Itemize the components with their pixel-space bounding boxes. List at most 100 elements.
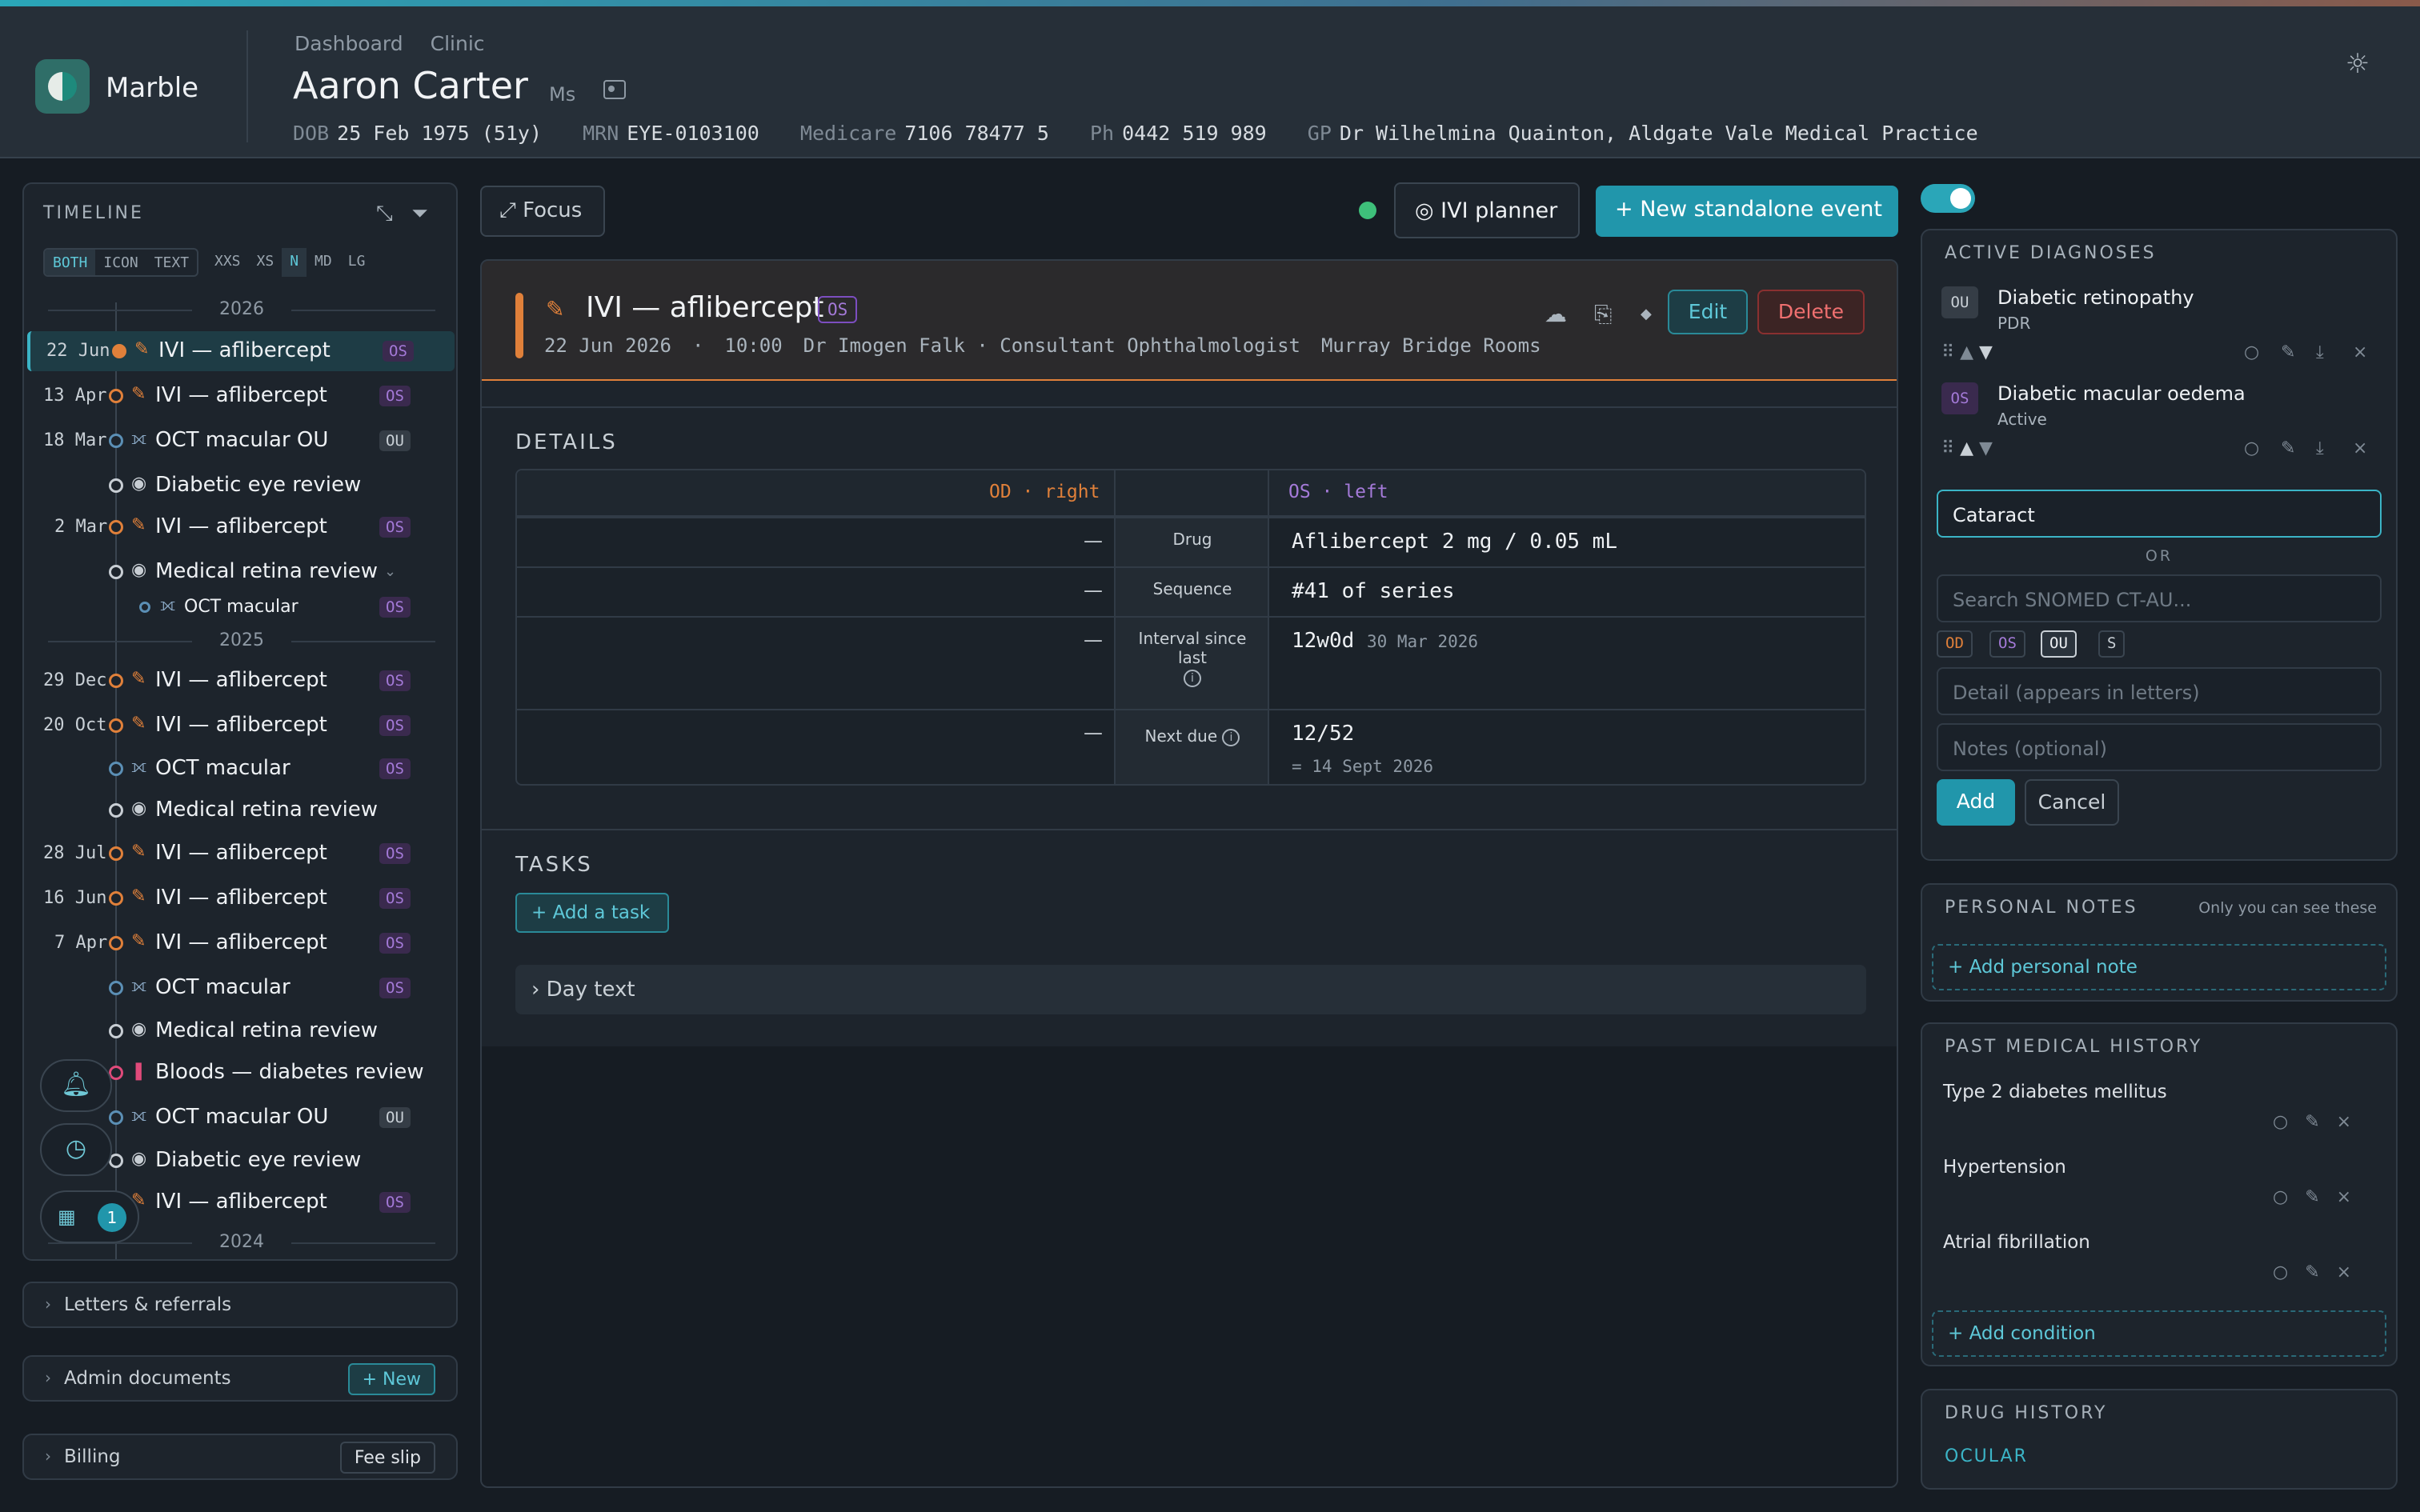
drag-handle-icon[interactable]: ⠿ [1941,342,1954,362]
top-accent-bar [0,0,2420,6]
diamond-icon[interactable]: ◆ [1641,306,1652,322]
divider [482,406,1897,408]
event-dot [109,803,123,818]
admin-documents-accordion[interactable]: › Admin documents + New [22,1355,458,1402]
crumb-dashboard[interactable]: Dashboard [294,32,403,55]
timeline-item[interactable]: ◉ Medical retina review ⌄ [27,552,455,592]
add-task-button[interactable]: + Add a task [515,893,669,933]
size-lg[interactable]: LG [340,248,374,277]
edit-icon[interactable]: ✎ [2281,342,2295,362]
event-header: ✎ IVI — aflibercept OS 22 Jun 2026 · 10:00… [482,261,1897,381]
caret-icon: › [45,1368,51,1387]
filter-icon[interactable]: ⏷ [411,202,428,226]
ivi-planner-button[interactable]: ◎ IVI planner [1394,182,1580,238]
close-icon[interactable]: × [2337,1187,2351,1207]
timeline-item[interactable]: 16 Jun ✎ IVI — aflibercept OS [27,878,455,918]
eye-chip-s[interactable]: S [2098,630,2126,658]
resolve-icon[interactable]: ○ [2273,1112,2288,1132]
move-up-icon[interactable]: ▲ [1960,438,1973,458]
timeline-item[interactable]: 20 Oct ✎ IVI — aflibercept OS [27,706,455,746]
delete-button[interactable]: Delete [1757,290,1865,334]
focus-button[interactable]: ⤢ Focus [480,186,605,237]
chevron-down-icon[interactable]: ⌄ [384,563,396,580]
timeline-item[interactable]: ◉ Medical retina review [27,790,455,830]
eye-chip-ou[interactable]: OU [2041,630,2077,658]
timeline-item[interactable]: 18 Mar ⟗ OCT macular OU OU [27,421,455,461]
collapse-icon[interactable]: ⤡ [376,202,393,226]
add-personal-note-button[interactable]: + Add personal note [1932,944,2386,990]
bell-icon[interactable]: 🔔︎ [40,1059,112,1112]
new-admin-doc-button[interactable]: + New [347,1363,435,1395]
pmh-item-label: Type 2 diabetes mellitus [1943,1082,2167,1102]
mode-text[interactable]: TEXT [146,250,197,275]
detail-input[interactable]: Detail (appears in letters) [1937,667,2382,715]
add-condition-button[interactable]: + Add condition [1932,1310,2386,1357]
timeline-item[interactable]: ⟗ OCT macular OS [27,749,455,789]
edit-icon[interactable]: ✎ [2305,1112,2319,1132]
timeline-item[interactable]: ◉ Diabetic eye review [27,466,455,506]
mode-icon[interactable]: ICON [95,250,146,275]
eye-badge: OS [379,843,411,864]
drag-handle-icon[interactable]: ⠿ [1941,438,1954,458]
snomed-search-input[interactable]: Search SNOMED CT-AU... [1937,574,2382,622]
fee-slip-button[interactable]: Fee slip [339,1442,435,1474]
close-icon[interactable]: × [2337,1112,2351,1132]
size-n[interactable]: N [282,248,307,277]
notes-input[interactable]: Notes (optional) [1937,723,2382,771]
day-text-expander[interactable]: › Day text [515,965,1866,1014]
clock-icon[interactable]: ◷ [40,1123,112,1176]
info-icon[interactable]: i [1184,669,1201,687]
close-icon[interactable]: × [2353,438,2367,458]
size-md[interactable]: MD [307,248,340,277]
timeline-item[interactable]: 13 Apr ✎ IVI — aflibercept OS [27,376,455,416]
timeline-item[interactable]: 22 Jun ✎ IVI — aflibercept OS [27,331,455,371]
timeline-item[interactable]: 2 Mar ✎ IVI — aflibercept OS [27,507,455,547]
table-row: — Sequence #41 of series [517,566,1865,616]
cancel-button[interactable]: Cancel [2025,779,2119,826]
export-document-icon[interactable]: ⎘ [1594,301,1612,328]
timeline-item[interactable]: ◉ Medical retina review [27,1011,455,1051]
eye-chip-os[interactable]: OS [1989,630,2025,658]
scan-icon: ⟗ [131,1106,147,1126]
eye-icon: ◉ [131,1019,147,1039]
size-xs[interactable]: XS [249,248,282,277]
resolve-icon[interactable]: ○ [2273,1187,2288,1207]
mode-both[interactable]: BOTH [45,250,96,275]
edit-icon[interactable]: ✎ [2305,1262,2319,1282]
close-icon[interactable]: × [2353,342,2367,362]
move-icon[interactable]: ⤓ [2316,342,2324,362]
id-card-icon[interactable] [603,80,626,99]
move-down-icon[interactable]: ▼ [1979,342,1993,362]
cloud-upload-icon[interactable]: ☁ [1545,301,1567,327]
close-icon[interactable]: × [2337,1262,2351,1282]
edit-button[interactable]: Edit [1668,290,1748,334]
timeline-title: TIMELINE [43,203,144,223]
crumb-clinic[interactable]: Clinic [431,32,485,55]
theme-toggle-sun-icon[interactable]: ☼ [2345,50,2370,78]
timeline-item[interactable]: 28 Jul ✎ IVI — aflibercept OS [27,834,455,874]
resolve-icon[interactable]: ○ [2244,438,2259,458]
timeline-item[interactable]: ⟗ OCT macular OS [27,968,455,1008]
marble-logo[interactable] [35,59,90,114]
diagnosis-input[interactable]: Cataract [1937,490,2382,538]
resolve-icon[interactable]: ○ [2244,342,2259,362]
timeline-item[interactable]: 7 Apr ✎ IVI — aflibercept OS [27,923,455,963]
size-xxs[interactable]: XXS [206,248,249,277]
letters-referrals-accordion[interactable]: › Letters & referrals [22,1282,458,1328]
timeline-subitem[interactable]: ⟗ OCT macular OS [27,587,455,627]
info-icon[interactable]: i [1222,728,1240,746]
billing-accordion[interactable]: › Billing Fee slip [22,1434,458,1480]
timeline-item[interactable]: 29 Dec ✎ IVI — aflibercept OS [27,661,455,701]
new-standalone-event-button[interactable]: + New standalone event [1596,186,1898,237]
edit-icon[interactable]: ✎ [2305,1187,2319,1207]
panel-toggle-switch[interactable] [1921,184,1975,213]
resolve-icon[interactable]: ○ [2273,1262,2288,1282]
move-down-icon[interactable]: ▼ [1979,438,1993,458]
add-diagnosis-button[interactable]: Add [1937,779,2015,826]
calendar-button[interactable]: ▦ 1 [40,1190,139,1243]
eye-chip-od[interactable]: OD [1937,630,1973,658]
move-icon[interactable]: ⤓ [2316,438,2324,458]
edit-icon[interactable]: ✎ [2281,438,2295,458]
move-up-icon[interactable]: ▲ [1960,342,1973,362]
event-dot [109,389,123,403]
